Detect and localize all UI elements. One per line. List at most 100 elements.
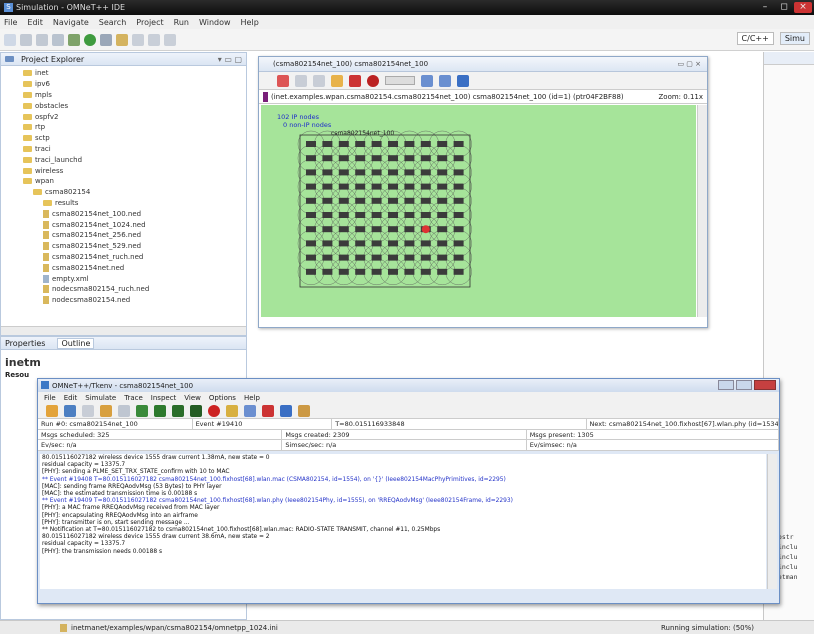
host-node[interactable] [338,183,349,190]
host-node[interactable] [306,141,316,147]
tkenv-close-button[interactable] [754,380,776,390]
host-node[interactable] [388,226,398,233]
host-node[interactable] [371,254,382,261]
host-node[interactable] [322,183,333,190]
host-node[interactable] [404,183,415,190]
search-icon[interactable] [132,33,144,46]
open-folder-icon[interactable] [116,33,128,46]
express-run-icon[interactable] [190,404,202,417]
print-icon[interactable] [52,33,64,46]
tree-item[interactable]: obstacles [1,100,246,111]
log-vscrollbar[interactable] [767,454,777,589]
host-node[interactable] [404,169,415,176]
host-node[interactable] [371,155,382,162]
tkenv-maximize-button[interactable] [736,380,752,390]
menu-navigate[interactable]: Navigate [53,18,89,27]
host-node[interactable] [420,183,431,190]
tkenv-menu-edit[interactable]: Edit [64,394,78,402]
host-node[interactable] [306,212,316,218]
tree-item[interactable]: mpls [1,90,246,101]
event-log[interactable]: 80.015116027182 wireless device 1555 dra… [40,454,766,589]
host-node[interactable] [371,169,382,176]
host-node[interactable] [388,212,398,218]
tkenv-menu-help[interactable]: Help [244,394,260,402]
tree-item[interactable]: wireless [1,165,246,176]
host-node[interactable] [306,183,316,190]
host-node[interactable] [355,155,366,162]
stop-sim-icon[interactable] [208,404,220,417]
host-node[interactable] [453,268,464,275]
tkenv-menu-inspect[interactable]: Inspect [151,394,177,402]
new-run-icon[interactable] [82,404,94,417]
host-node[interactable] [355,141,366,147]
host-node[interactable] [420,240,431,247]
host-node[interactable] [404,212,415,218]
tree-item[interactable]: csma802154 [1,187,246,198]
host-node[interactable] [453,254,464,261]
load-ned-icon[interactable] [46,404,58,417]
rebuild-icon[interactable] [100,404,112,417]
host-node[interactable] [437,155,448,162]
zoom-in-icon[interactable] [421,74,433,87]
perspective-cpp[interactable]: C/C++ [736,32,774,45]
host-node[interactable] [322,169,333,176]
host-node[interactable] [388,240,398,247]
new-network-icon[interactable] [64,404,76,417]
tree-item[interactable]: wpan [1,176,246,187]
host-node[interactable] [322,212,333,218]
host-node[interactable] [420,212,431,218]
tree-item[interactable]: csma802154net_100.ned [1,208,246,219]
host-node[interactable] [355,169,366,176]
host-node[interactable] [453,141,464,147]
menu-file[interactable]: File [4,18,17,27]
host-node[interactable] [437,212,448,218]
host-node[interactable] [437,240,448,247]
tree-item[interactable]: rtp [1,122,246,133]
step-icon[interactable] [349,74,361,87]
zoom-out-icon[interactable] [439,74,451,87]
tree-item[interactable]: empty.xml [1,273,246,284]
host-node[interactable] [420,197,431,204]
forward-icon[interactable] [164,33,176,46]
host-node[interactable] [338,268,349,275]
back-icon[interactable] [148,33,160,46]
host-node[interactable] [306,268,316,275]
host-node[interactable] [355,212,366,218]
host-node[interactable] [404,141,415,147]
host-node[interactable] [388,197,398,204]
tkenv-menu-simulate[interactable]: Simulate [85,394,116,402]
host-node[interactable] [420,268,431,275]
arrow-icon[interactable] [457,74,469,87]
host-node[interactable] [453,155,464,162]
network-canvas[interactable]: 102 IP nodes 0 non-IP nodes csma802154ne… [261,105,696,317]
host-node[interactable] [371,183,382,190]
run-normal-icon[interactable] [154,404,166,417]
host-node[interactable] [388,254,398,261]
host-node[interactable] [355,268,366,275]
host-node[interactable] [338,240,349,247]
tkenv-minimize-button[interactable] [718,380,734,390]
tree-item[interactable]: csma802154net_ruch.ned [1,252,246,263]
host-node[interactable] [453,240,464,247]
scheduled-events-icon[interactable] [262,404,274,417]
menu-help[interactable]: Help [241,18,259,27]
host-node[interactable] [322,268,333,275]
perspective-simulation[interactable]: Simu [779,32,810,45]
host-node[interactable] [453,226,464,233]
host-node[interactable] [453,197,464,204]
host-node[interactable] [437,197,448,204]
host-node[interactable] [371,226,382,233]
host-node[interactable] [306,254,316,261]
stop-icon[interactable] [367,74,379,87]
host-node[interactable] [371,212,382,218]
new-icon[interactable] [4,33,16,46]
step-run-icon[interactable] [136,404,148,417]
host-node[interactable] [338,254,349,261]
timeline-icon[interactable] [280,404,292,417]
host-node[interactable] [322,155,333,162]
host-node[interactable] [404,254,415,261]
close-button[interactable]: × [794,2,812,13]
explorer-hscrollbar[interactable] [1,326,246,335]
host-node[interactable] [322,254,333,261]
tkenv-menu-file[interactable]: File [44,394,56,402]
